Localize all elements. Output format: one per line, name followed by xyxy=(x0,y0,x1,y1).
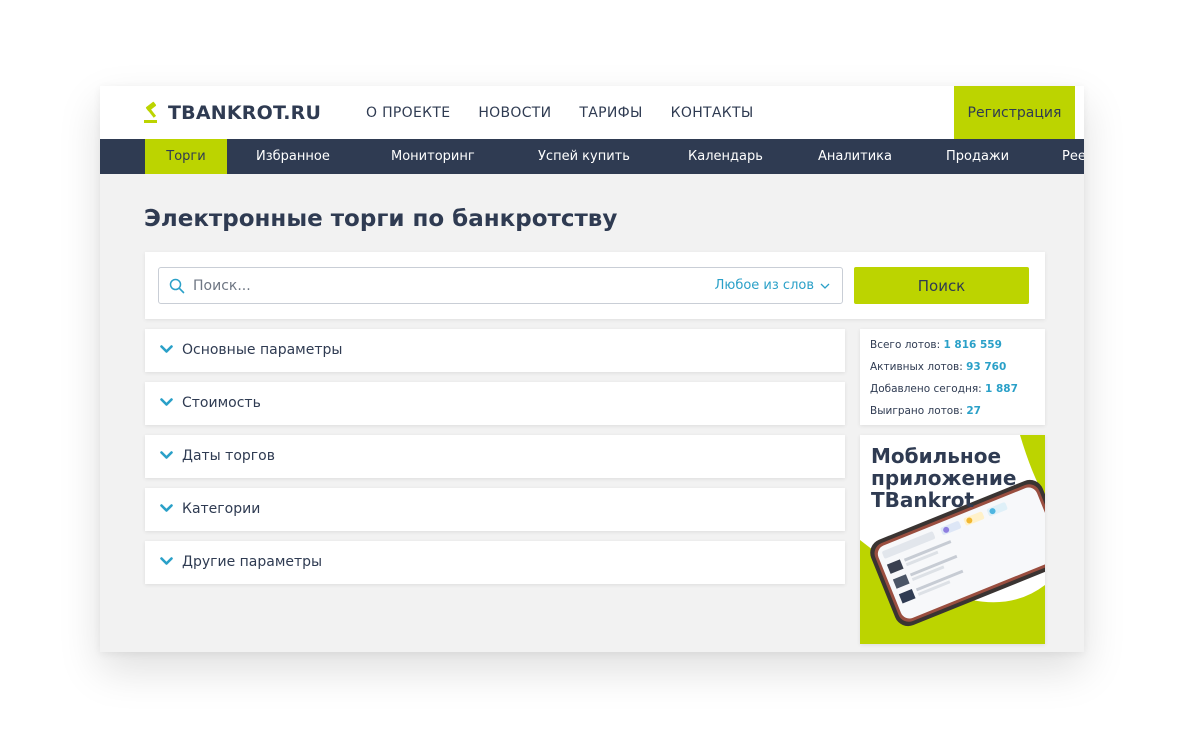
chevron-down-icon xyxy=(160,398,173,406)
filter-price[interactable]: Стоимость xyxy=(145,382,845,425)
page-title: Электронные торги по банкротству xyxy=(144,206,618,232)
search-panel: Любое из слов Поиск xyxy=(145,252,1045,319)
filter-label: Другие параметры xyxy=(182,554,323,570)
gavel-icon xyxy=(144,101,157,123)
subnav-item-registry[interactable]: Рее xyxy=(1062,139,1084,174)
stat-active: Активных лотов: 93 760 xyxy=(870,360,1045,382)
subnav-item-sales[interactable]: Продажи xyxy=(946,139,1009,174)
stat-total: Всего лотов: 1 816 559 xyxy=(870,338,1045,360)
subnav-item-calendar[interactable]: Календарь xyxy=(688,139,763,174)
nav-contacts[interactable]: КОНТАКТЫ xyxy=(671,105,754,121)
subnav-item-analytics[interactable]: Аналитика xyxy=(818,139,892,174)
logo-text: TBANKROT.RU xyxy=(168,102,322,124)
stat-value[interactable]: 93 760 xyxy=(966,361,1006,373)
stat-added-today: Добавлено сегодня: 1 887 xyxy=(870,382,1045,404)
filter-label: Категории xyxy=(182,501,261,517)
search-mode-select[interactable]: Любое из слов xyxy=(715,268,830,303)
stat-label: Выиграно лотов: xyxy=(870,405,963,417)
filter-label: Даты торгов xyxy=(182,448,275,464)
filter-dates[interactable]: Даты торгов xyxy=(145,435,845,478)
subnav-item-auctions[interactable]: Торги xyxy=(145,139,227,174)
browser-window: TBANKROT.RU О ПРОЕКТЕ НОВОСТИ ТАРИФЫ КОН… xyxy=(100,86,1084,652)
stat-won: Выиграно лотов: 27 xyxy=(870,404,1045,426)
stat-label: Активных лотов: xyxy=(870,361,963,373)
banner-title: Мобильное приложение TBankrot xyxy=(871,444,1017,512)
logo[interactable]: TBANKROT.RU xyxy=(144,100,321,126)
lot-stats: Всего лотов: 1 816 559 Активных лотов: 9… xyxy=(860,329,1045,425)
chevron-down-icon xyxy=(160,504,173,512)
search-input[interactable] xyxy=(193,269,673,302)
stat-value[interactable]: 1 887 xyxy=(985,383,1018,395)
chevron-down-icon xyxy=(160,557,173,565)
search-icon xyxy=(169,278,185,294)
filter-categories[interactable]: Категории xyxy=(145,488,845,531)
stat-value[interactable]: 1 816 559 xyxy=(943,339,1001,351)
section-nav: Торги Избранное Мониторинг Успей купить … xyxy=(100,139,1084,174)
search-mode-label: Любое из слов xyxy=(714,278,814,293)
subnav-item-hurry-buy[interactable]: Успей купить xyxy=(538,139,630,174)
filter-main-params[interactable]: Основные параметры xyxy=(145,329,845,372)
top-header: TBANKROT.RU О ПРОЕКТЕ НОВОСТИ ТАРИФЫ КОН… xyxy=(100,86,1084,139)
register-button[interactable]: Регистрация xyxy=(954,86,1075,139)
search-button[interactable]: Поиск xyxy=(854,267,1029,304)
filter-label: Основные параметры xyxy=(182,342,343,358)
stat-label: Добавлено сегодня: xyxy=(870,383,982,395)
nav-news[interactable]: НОВОСТИ xyxy=(478,105,551,121)
subnav-item-favorites[interactable]: Избранное xyxy=(256,139,330,174)
subnav-item-monitoring[interactable]: Мониторинг xyxy=(391,139,475,174)
chevron-down-icon xyxy=(160,451,173,459)
mobile-app-banner[interactable]: Мобильное приложение TBankrot xyxy=(860,435,1045,644)
chevron-down-icon xyxy=(160,345,173,353)
search-box: Любое из слов xyxy=(158,267,843,304)
stat-value[interactable]: 27 xyxy=(966,405,981,417)
stat-label: Всего лотов: xyxy=(870,339,941,351)
chevron-down-icon xyxy=(820,283,830,289)
nav-about[interactable]: О ПРОЕКТЕ xyxy=(366,105,450,121)
filter-other[interactable]: Другие параметры xyxy=(145,541,845,584)
filter-label: Стоимость xyxy=(182,395,261,411)
top-nav: О ПРОЕКТЕ НОВОСТИ ТАРИФЫ КОНТАКТЫ xyxy=(366,86,782,139)
nav-tariffs[interactable]: ТАРИФЫ xyxy=(579,105,642,121)
